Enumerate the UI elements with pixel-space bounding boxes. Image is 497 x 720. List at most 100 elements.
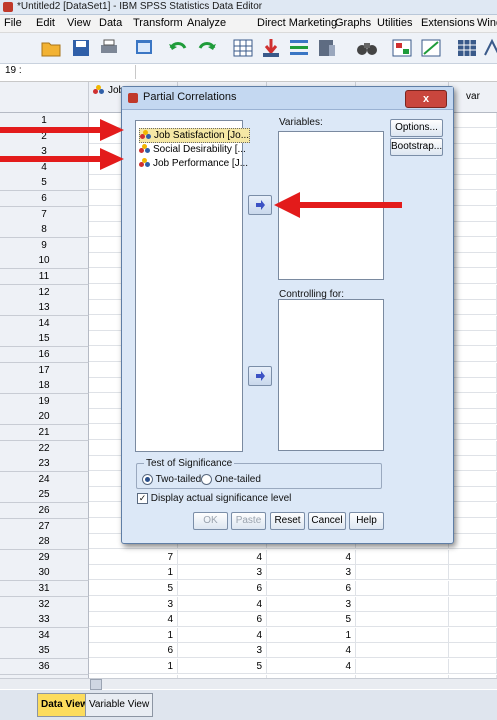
- table-cell[interactable]: 5: [89, 581, 178, 596]
- row-number[interactable]: 31: [0, 581, 89, 597]
- table-cell[interactable]: 7: [89, 549, 178, 565]
- table-cell[interactable]: [449, 269, 497, 284]
- row-number[interactable]: 35: [0, 643, 89, 660]
- table-cell[interactable]: 1: [89, 659, 178, 674]
- var-social-desirability[interactable]: Social Desirability [...: [139, 143, 246, 156]
- move-to-variables-button[interactable]: [248, 195, 272, 215]
- table-cell[interactable]: [449, 331, 497, 347]
- table-cell[interactable]: 3: [178, 643, 267, 659]
- table-cell[interactable]: [449, 113, 497, 128]
- weight-cases-icon[interactable]: [456, 37, 478, 59]
- table-cell[interactable]: 6: [178, 612, 267, 628]
- row-number[interactable]: 22: [0, 440, 89, 457]
- row-number[interactable]: 10: [0, 253, 89, 270]
- controlling-for-target-list[interactable]: [278, 299, 384, 451]
- table-cell[interactable]: [449, 425, 497, 440]
- move-to-controlling-button[interactable]: [248, 366, 272, 386]
- tab-variable-view[interactable]: Variable View: [85, 693, 154, 717]
- variables-icon[interactable]: [288, 37, 310, 59]
- horizontal-scrollbar[interactable]: [0, 678, 497, 690]
- table-cell[interactable]: [449, 206, 497, 222]
- table-cell[interactable]: [449, 503, 497, 518]
- row-number[interactable]: 34: [0, 627, 89, 644]
- row-number[interactable]: 8: [0, 222, 89, 239]
- paste-button[interactable]: Paste: [231, 512, 266, 530]
- cell-reference[interactable]: 19 :: [2, 65, 136, 79]
- row-number[interactable]: 15: [0, 331, 89, 348]
- table-cell[interactable]: 4: [89, 612, 178, 628]
- row-number[interactable]: 9: [0, 237, 89, 254]
- table-cell[interactable]: [449, 487, 497, 503]
- menu-analyze[interactable]: Analyze: [187, 17, 226, 29]
- table-cell[interactable]: [449, 128, 497, 144]
- table-cell[interactable]: 4: [267, 659, 356, 674]
- one-tailed-option[interactable]: One-tailed: [201, 474, 261, 485]
- table-cell[interactable]: [449, 222, 497, 238]
- table-cell[interactable]: 5: [267, 612, 356, 628]
- row-number[interactable]: 19: [0, 393, 89, 410]
- table-cell[interactable]: [449, 440, 497, 456]
- row-number[interactable]: 13: [0, 300, 89, 317]
- table-cell[interactable]: 6: [178, 581, 267, 596]
- table-cell[interactable]: [356, 612, 449, 628]
- table-cell[interactable]: 3: [267, 596, 356, 612]
- menu-utilities[interactable]: Utilities: [377, 17, 412, 29]
- ok-button[interactable]: OK: [193, 512, 228, 530]
- table-cell[interactable]: [449, 612, 497, 628]
- table-cell[interactable]: [356, 596, 449, 612]
- row-number[interactable]: 25: [0, 487, 89, 504]
- row-number[interactable]: 7: [0, 206, 89, 223]
- var-job-performance[interactable]: Job Performance [J...: [139, 157, 248, 170]
- reset-button[interactable]: Reset: [270, 512, 305, 530]
- row-number[interactable]: 29: [0, 549, 89, 566]
- dialog-close-button[interactable]: x: [405, 90, 447, 108]
- table-cell[interactable]: [449, 393, 497, 409]
- bootstrap-button[interactable]: Bootstrap...: [390, 138, 443, 156]
- row-number[interactable]: 23: [0, 456, 89, 473]
- display-significance-option[interactable]: ✓ Display actual significance level: [137, 493, 291, 504]
- two-tailed-radio[interactable]: [142, 474, 153, 485]
- menu-graphs[interactable]: Graphs: [335, 17, 371, 29]
- row-number[interactable]: 14: [0, 315, 89, 332]
- tab-data-view[interactable]: Data View: [37, 693, 93, 717]
- table-cell[interactable]: 6: [89, 643, 178, 659]
- table-cell[interactable]: [449, 378, 497, 394]
- dialog-recall-icon[interactable]: [133, 37, 155, 59]
- table-cell[interactable]: [449, 643, 497, 659]
- goto-case-icon[interactable]: [232, 37, 254, 59]
- cancel-button[interactable]: Cancel: [308, 512, 346, 530]
- table-cell[interactable]: [356, 627, 449, 643]
- menu-file[interactable]: File: [4, 17, 22, 29]
- insert-cases-icon[interactable]: [391, 37, 413, 59]
- redo-icon[interactable]: [196, 37, 218, 59]
- row-number[interactable]: 28: [0, 534, 89, 551]
- table-cell[interactable]: [449, 347, 497, 362]
- table-cell[interactable]: [356, 643, 449, 659]
- menu-view[interactable]: View: [67, 17, 91, 29]
- table-cell[interactable]: 4: [178, 549, 267, 565]
- table-cell[interactable]: 4: [178, 627, 267, 643]
- row-number[interactable]: 26: [0, 503, 89, 519]
- help-button[interactable]: Help: [349, 512, 384, 530]
- table-cell[interactable]: [449, 534, 497, 550]
- source-variable-list[interactable]: Job Satisfaction [Jo... Social Desirabil…: [135, 120, 251, 452]
- row-number[interactable]: 16: [0, 347, 89, 363]
- table-cell[interactable]: [449, 627, 497, 643]
- table-cell[interactable]: [449, 315, 497, 331]
- table-cell[interactable]: 4: [267, 643, 356, 659]
- scroll-left-arrow-icon[interactable]: [90, 679, 102, 690]
- row-number[interactable]: 5: [0, 175, 89, 192]
- one-tailed-radio[interactable]: [201, 474, 212, 485]
- undo-icon[interactable]: [167, 37, 189, 59]
- row-number[interactable]: 36: [0, 659, 89, 675]
- table-cell[interactable]: [356, 581, 449, 596]
- table-cell[interactable]: [449, 253, 497, 269]
- table-cell[interactable]: [449, 237, 497, 253]
- row-number[interactable]: 21: [0, 425, 89, 441]
- var-job-satisfaction[interactable]: Job Satisfaction [Jo...: [139, 128, 251, 143]
- options-button[interactable]: Options...: [390, 119, 443, 137]
- display-significance-checkbox[interactable]: ✓: [137, 493, 148, 504]
- table-cell[interactable]: 1: [267, 627, 356, 643]
- open-folder-icon[interactable]: [40, 37, 62, 59]
- row-number[interactable]: 24: [0, 471, 89, 488]
